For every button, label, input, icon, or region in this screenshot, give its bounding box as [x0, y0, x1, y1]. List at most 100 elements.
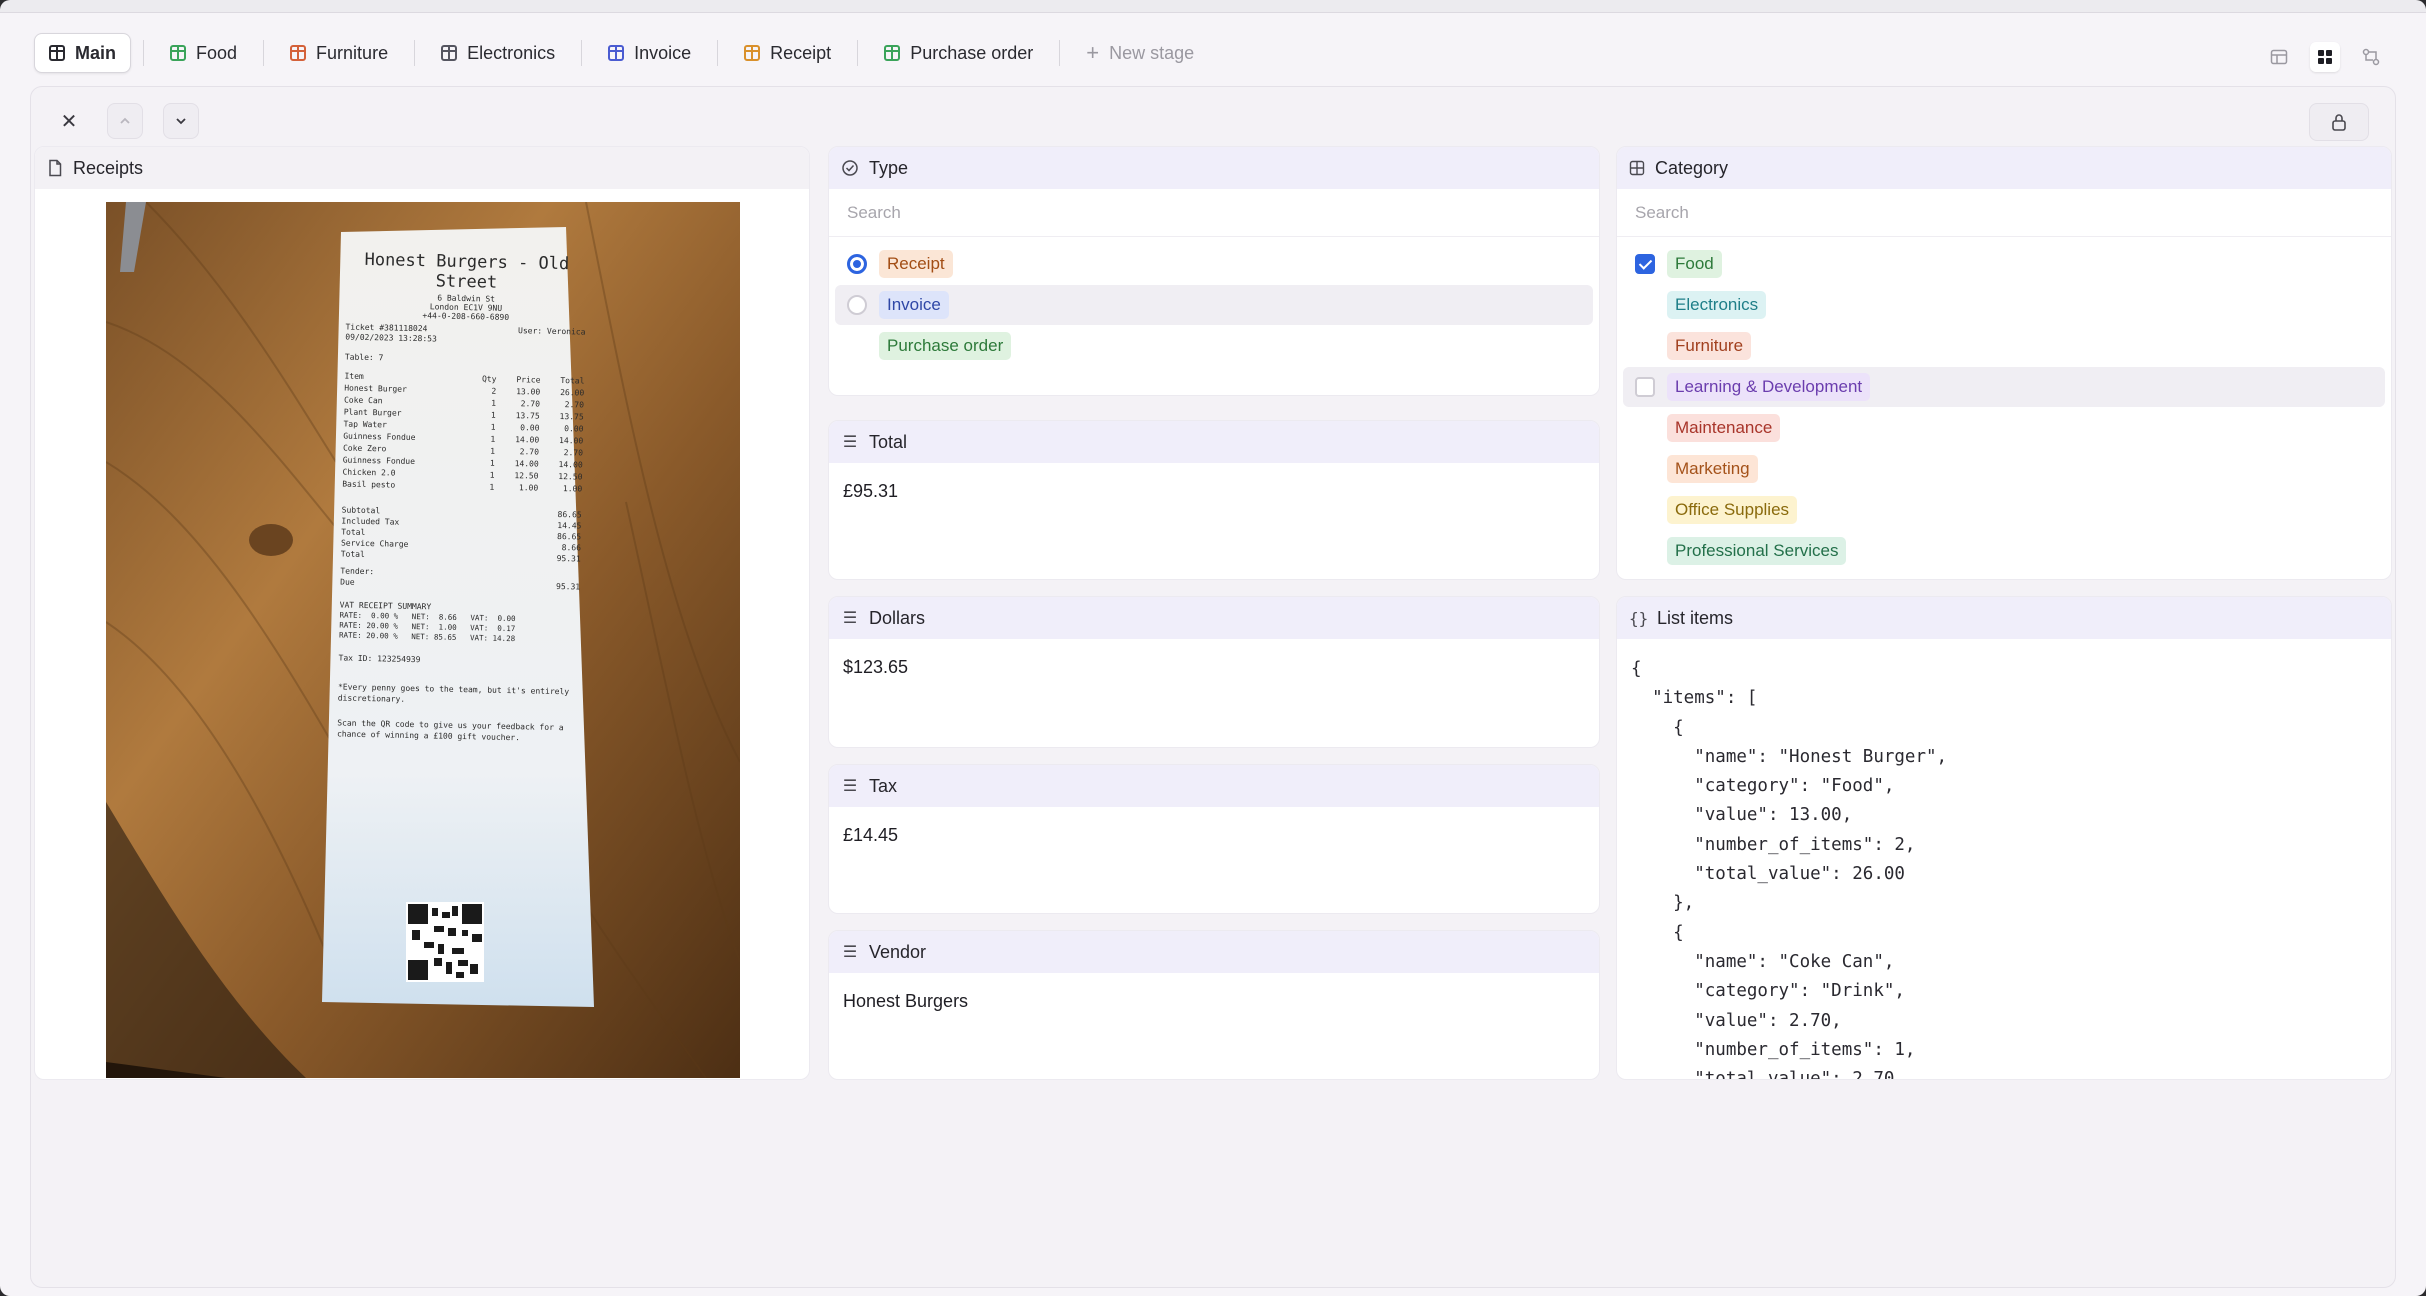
- type-search-input[interactable]: Search: [829, 189, 1599, 237]
- category-option-professional-services[interactable]: Professional Services: [1623, 531, 2385, 571]
- top-border: [0, 12, 2426, 13]
- category-title: Category: [1655, 157, 1729, 178]
- type-option-receipt[interactable]: Receipt: [835, 244, 1593, 284]
- category-option-maintenance[interactable]: Maintenance: [1623, 408, 2385, 448]
- receipt-user: User: Veronica: [517, 326, 586, 337]
- flow-view-button[interactable]: [2356, 42, 2386, 72]
- tab-purchase-order[interactable]: Purchase order: [870, 33, 1047, 73]
- tab-label: Receipt: [770, 42, 832, 63]
- checkbox-checked[interactable]: [1635, 254, 1655, 274]
- table-icon: [744, 45, 761, 61]
- receipt-address: 6 Baldwin St London EC1V 9NU +44-0-208-660…: [346, 292, 587, 324]
- receipt-photo[interactable]: Honest Burgers - Old Street 6 Baldwin St…: [106, 202, 740, 1078]
- total-title: Total: [869, 431, 908, 452]
- category-option-furniture[interactable]: Furniture: [1623, 326, 2385, 366]
- list-items-json[interactable]: { "items": [ { "name": "Honest Burger", …: [1617, 639, 2391, 1079]
- vendor-title: Vendor: [869, 941, 927, 962]
- type-option-invoice[interactable]: Invoice: [835, 285, 1593, 325]
- lock-button[interactable]: [2309, 103, 2369, 141]
- tax-card: ☰ Tax £14.45: [828, 764, 1600, 914]
- radio-unselected[interactable]: [847, 295, 867, 315]
- tax-value[interactable]: £14.45: [829, 807, 1599, 864]
- dollars-card: ☰ Dollars $123.65: [828, 596, 1600, 748]
- type-card: Type Search Receipt Invoice Purchase ord…: [828, 146, 1600, 396]
- checkbox-unchecked[interactable]: [1635, 377, 1655, 397]
- next-record-button[interactable]: [163, 103, 199, 139]
- category-option-office-supplies[interactable]: Office Supplies: [1623, 490, 2385, 530]
- category-header: Category: [1617, 147, 2391, 189]
- category-pill: Maintenance: [1667, 414, 1781, 442]
- category-pill: Professional Services: [1667, 537, 1847, 565]
- receipt-heading: Honest Burgers - Old Street: [364, 249, 570, 293]
- stage-tabs: Main Food Furniture Electronics Invoice …: [34, 30, 1208, 76]
- receipt-totals: Subtotal 86.65 Included Tax 14.45 Total 86.65…: [341, 504, 582, 564]
- type-option-purchase-order[interactable]: Purchase order: [835, 326, 1593, 366]
- type-pill: Receipt: [879, 250, 953, 278]
- category-option-electronics[interactable]: Electronics: [1623, 285, 2385, 325]
- receipts-header: Receipts: [35, 147, 809, 189]
- new-stage-button[interactable]: + New stage: [1072, 33, 1208, 73]
- lock-icon: [2332, 114, 2346, 131]
- category-pill: Electronics: [1667, 291, 1767, 319]
- vendor-value[interactable]: Honest Burgers: [829, 973, 1599, 1030]
- document-icon: [49, 159, 62, 177]
- type-pill: Invoice: [879, 291, 949, 319]
- category-pill: Food: [1667, 250, 1722, 278]
- category-card: Category Search Food Electronics Furnitu…: [1616, 146, 2392, 580]
- tab-divider: [1059, 40, 1061, 66]
- tab-invoice[interactable]: Invoice: [594, 33, 705, 73]
- list-items-header: {} List items: [1617, 597, 2391, 639]
- receipt-tax-id: Tax ID: 123254939: [338, 653, 421, 665]
- table-icon: [170, 45, 187, 61]
- tab-divider: [263, 40, 265, 66]
- category-option-marketing[interactable]: Marketing: [1623, 449, 2385, 489]
- category-pill: Learning & Development: [1667, 373, 1871, 401]
- vendor-header: ☰ Vendor: [829, 931, 1599, 973]
- table-view-icon: [2270, 49, 2288, 65]
- tab-receipt[interactable]: Receipt: [730, 33, 845, 73]
- braces-icon: {}: [1629, 608, 1649, 628]
- chevron-up-icon: [120, 117, 130, 124]
- grid-view-icon: [2318, 50, 2332, 64]
- grid-view-button[interactable]: [2310, 42, 2340, 72]
- tab-divider: [143, 40, 145, 66]
- search-placeholder: Search: [1635, 202, 1689, 222]
- category-option-food[interactable]: Food: [1623, 244, 2385, 284]
- receipt-table: Table: 7: [344, 352, 384, 363]
- total-card: ☰ Total £95.31: [828, 420, 1600, 580]
- tab-food[interactable]: Food: [156, 33, 251, 73]
- previous-record-button[interactable]: [107, 103, 143, 139]
- category-search-input[interactable]: Search: [1617, 189, 2391, 237]
- type-title: Type: [869, 157, 909, 178]
- receipt-text: Honest Burgers - Old Street 6 Baldwin St…: [337, 250, 587, 745]
- total-header: ☰ Total: [829, 421, 1599, 463]
- tax-header: ☰ Tax: [829, 765, 1599, 807]
- dollars-value[interactable]: $123.65: [829, 639, 1599, 696]
- tab-label: Main: [75, 42, 117, 63]
- category-option-learning-development[interactable]: Learning & Development: [1623, 367, 2385, 407]
- type-pill: Purchase order: [879, 332, 1012, 360]
- table-icon: [441, 45, 458, 61]
- table-icon: [290, 45, 307, 61]
- tab-label: New stage: [1109, 42, 1195, 63]
- category-pill: Marketing: [1667, 455, 1758, 483]
- table-icon: [884, 45, 901, 61]
- tab-electronics[interactable]: Electronics: [427, 33, 569, 73]
- table-icon: [49, 45, 65, 61]
- tab-furniture[interactable]: Furniture: [276, 33, 402, 73]
- radio-selected[interactable]: [847, 254, 867, 274]
- tax-title: Tax: [869, 775, 898, 796]
- tab-divider: [414, 40, 416, 66]
- close-icon: ✕: [60, 110, 78, 133]
- qr-code: [406, 902, 484, 982]
- tab-label: Invoice: [634, 42, 692, 63]
- table-view-button[interactable]: [2264, 42, 2294, 72]
- tab-main[interactable]: Main: [34, 33, 132, 73]
- total-value[interactable]: £95.31: [829, 463, 1599, 520]
- close-button[interactable]: ✕: [51, 103, 87, 139]
- list-items-card: {} List items { "items": [ { "name": "Ho…: [1616, 596, 2392, 1080]
- vendor-card: ☰ Vendor Honest Burgers: [828, 930, 1600, 1080]
- receipt-items: Item Qty Price Total Honest Burger 2 13.00 26.0…: [342, 371, 584, 496]
- search-placeholder: Search: [847, 202, 901, 222]
- tab-label: Electronics: [467, 42, 556, 63]
